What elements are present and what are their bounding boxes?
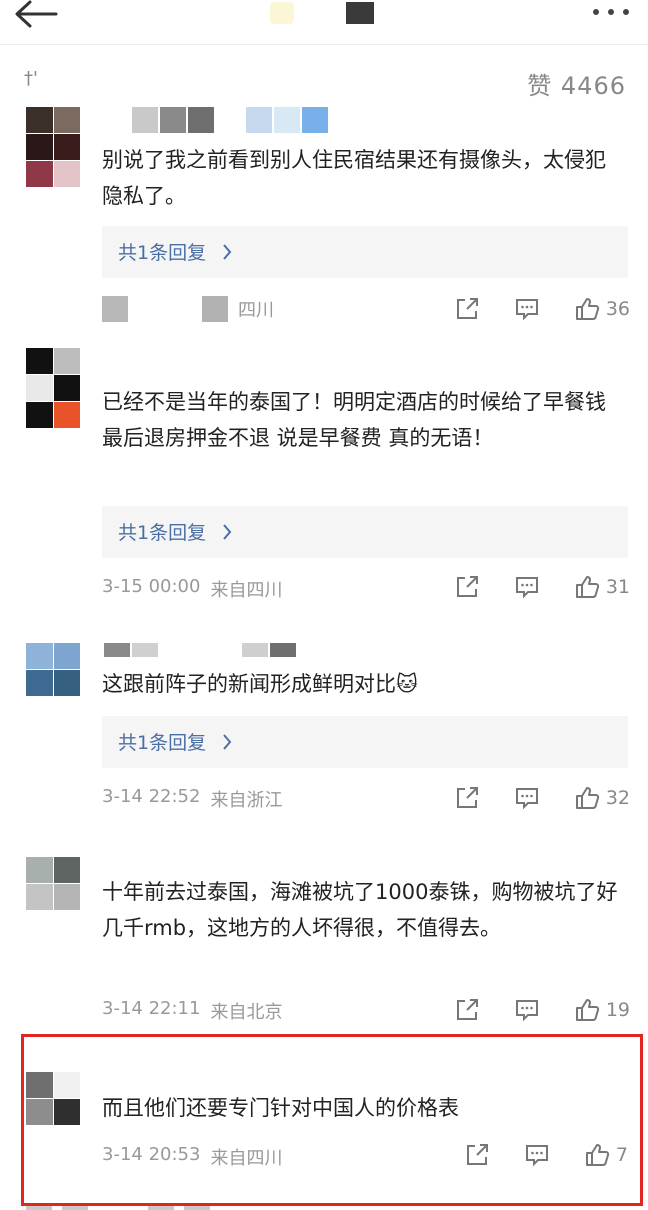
chevron-right-icon — [223, 244, 232, 260]
comment-actions: 32 — [454, 783, 630, 813]
location: 四川 — [238, 300, 274, 321]
comment-meta: 3-14 22:11 来自北京 — [102, 998, 282, 1024]
chevron-right-icon — [223, 524, 232, 540]
divider — [0, 44, 648, 45]
location: 来自北京 — [210, 1002, 283, 1023]
comment-actions: 31 — [454, 572, 630, 602]
arrow-left-icon — [15, 0, 58, 28]
comment-icon[interactable] — [514, 785, 540, 811]
like-button[interactable]: 32 — [574, 785, 630, 811]
avatar[interactable] — [26, 643, 80, 697]
comment-meta: 3-14 22:52 来自浙江 — [102, 786, 282, 812]
timestamp: 3-14 22:11 — [102, 998, 201, 1019]
title-avatar-blur — [270, 2, 294, 24]
reply-summary[interactable]: 共1条回复 — [102, 226, 628, 278]
comment-meta: 四川 — [102, 296, 274, 322]
like-count: 31 — [605, 576, 630, 598]
comment-icon[interactable] — [514, 574, 540, 600]
share-icon[interactable] — [454, 997, 480, 1023]
avatar[interactable] — [26, 348, 80, 428]
ellipsis-icon — [593, 9, 629, 15]
timestamp: 3-14 22:52 — [102, 786, 201, 807]
comment-icon[interactable] — [514, 296, 540, 322]
location: 来自四川 — [210, 580, 283, 601]
highlight-box — [21, 1034, 643, 1206]
comment-text: 别说了我之前看到别人住民宿结果还有摄像头，太侵犯隐私了。 — [102, 148, 606, 208]
username-blur[interactable] — [104, 643, 296, 657]
thumbs-up-icon — [575, 787, 599, 809]
comment-actions: 36 — [454, 294, 630, 324]
reply-count-link[interactable]: 共1条回复 — [118, 728, 206, 755]
comment-text: 已经不是当年的泰国了！明明定酒店的时候给了早餐钱 最后退房押金不退 说是早餐费 … — [102, 390, 606, 450]
avatar[interactable] — [26, 857, 80, 911]
chevron-right-icon — [223, 734, 232, 750]
like-count: 36 — [605, 298, 630, 320]
username-blur[interactable] — [132, 107, 328, 133]
thumbs-up-icon — [575, 298, 599, 320]
next-item-peek — [0, 1206, 648, 1210]
thumbs-up-icon — [575, 576, 599, 598]
like-button[interactable]: 36 — [574, 296, 630, 322]
reply-summary[interactable]: 共1条回复 — [102, 506, 628, 558]
like-count: 32 — [605, 787, 630, 809]
more-button[interactable] — [590, 2, 632, 22]
location-blur — [202, 296, 228, 322]
comment-meta: 3-15 00:00 来自四川 — [102, 576, 282, 602]
like-count: 19 — [605, 999, 630, 1021]
comment-actions: 19 — [454, 995, 630, 1025]
like-button[interactable]: 19 — [574, 997, 630, 1023]
share-icon[interactable] — [454, 785, 480, 811]
share-icon[interactable] — [454, 574, 480, 600]
location: 来自浙江 — [210, 790, 283, 811]
thumbs-up-icon — [575, 999, 599, 1021]
timestamp: 3-15 00:00 — [102, 576, 201, 597]
comment-text: 这跟前阵子的新闻形成鲜明对比🐱 — [102, 672, 418, 696]
comment-icon[interactable] — [514, 997, 540, 1023]
time-blur — [102, 296, 128, 322]
section-label: †' — [24, 68, 38, 89]
reply-summary[interactable]: 共1条回复 — [102, 716, 628, 768]
comments-header: †' 赞 4466 — [0, 60, 648, 104]
top-bar — [0, 0, 648, 44]
like-button[interactable]: 31 — [574, 574, 630, 600]
total-likes[interactable]: 赞 4466 — [527, 66, 626, 101]
reply-count-link[interactable]: 共1条回复 — [118, 518, 206, 545]
back-button[interactable] — [12, 0, 58, 30]
reply-count-link[interactable]: 共1条回复 — [118, 238, 206, 265]
avatar[interactable] — [26, 107, 80, 187]
comment-text: 十年前去过泰国，海滩被坑了1000泰铢，购物被坑了好几千rmb，这地方的人坏得很… — [102, 880, 618, 940]
title-blur — [346, 2, 374, 24]
share-icon[interactable] — [454, 296, 480, 322]
